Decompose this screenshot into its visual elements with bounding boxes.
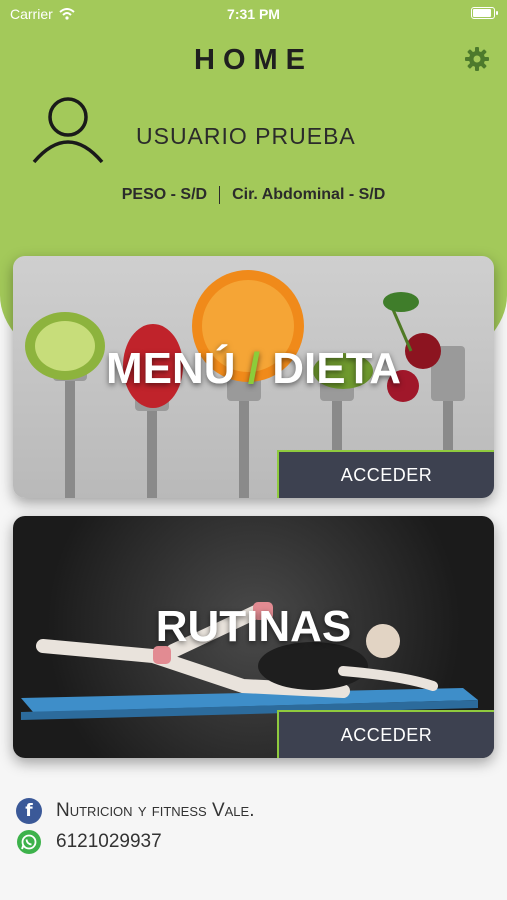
user-name: USUARIO PRUEBA [136,123,356,149]
weight-stat: PESO - S/D [121,186,208,204]
whatsapp-icon [17,830,41,854]
waist-stat: Cir. Abdominal - S/D [232,186,386,204]
rutinas-access-button[interactable]: ACCEDER [277,710,494,758]
rutinas-title: RUTINAS [155,602,352,651]
menu-title-right: DIETA [272,344,401,393]
stats-divider [219,186,221,204]
status-time: 7:31 PM [227,6,280,22]
facebook-label: Nutricion y fitness Vale. [56,800,255,821]
whatsapp-link[interactable]: 6121029937 [16,829,162,855]
phone-number: 6121029937 [56,831,162,852]
user-stats: PESO - S/D Cir. Abdominal - S/D [0,186,507,204]
gear-icon[interactable] [464,46,490,72]
battery-icon [471,7,498,19]
facebook-icon: f [16,798,42,824]
menu-title-slash: / [247,344,261,393]
page-title: HOME [194,44,313,76]
rutinas-card[interactable]: RUTINAS ACCEDER [13,516,494,758]
menu-title-left: MENÚ [106,344,236,393]
menu-diet-card[interactable]: MENÚ / DIETA ACCEDER [13,256,494,498]
status-bar: Carrier 7:31 PM [0,0,507,30]
facebook-link[interactable]: f Nutricion y fitness Vale. [16,798,254,824]
menu-access-button[interactable]: ACCEDER [277,450,494,498]
menu-diet-title: MENÚ / DIETA [13,344,494,394]
avatar-icon [32,97,104,164]
